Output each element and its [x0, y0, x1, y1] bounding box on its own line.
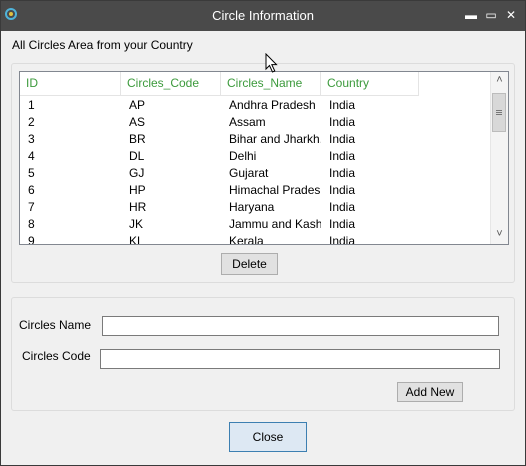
cell-country: India	[329, 98, 356, 112]
grid-header: ID Circles_Code Circles_Name Country	[20, 72, 419, 96]
cell-circles-code: GJ	[129, 166, 145, 180]
cell-circles-code: HP	[129, 183, 146, 197]
cell-id: 6	[28, 183, 35, 197]
table-row[interactable]: 9 KL Kerala India	[20, 233, 419, 245]
cell-circles-name: Andhra Pradesh	[229, 98, 316, 112]
circles-data-grid[interactable]: ID Circles_Code Circles_Name Country 1 AP…	[19, 71, 509, 245]
cell-country: India	[329, 149, 356, 163]
table-row[interactable]: 2 AS Assam India	[20, 114, 419, 131]
table-row[interactable]: 5 GJ Gujarat India	[20, 165, 419, 182]
close-icon[interactable]: ✕	[503, 7, 519, 23]
cell-circles-name: Bihar and Jharkh...	[229, 132, 321, 146]
title-bar[interactable]: Circle Information ▬ ▭ ✕	[1, 1, 525, 31]
scroll-thumb[interactable]	[492, 93, 506, 132]
add-new-button[interactable]: Add New	[397, 382, 463, 402]
table-row[interactable]: 8 JK Jammu and Kash... India	[20, 216, 419, 233]
column-header-id[interactable]: ID	[20, 72, 121, 96]
cell-circles-code: JK	[129, 217, 144, 231]
cell-circles-name: Jammu and Kash...	[229, 217, 321, 231]
cell-country: India	[329, 166, 356, 180]
scroll-up-icon[interactable]: ˄	[491, 72, 508, 89]
mouse-cursor-icon	[265, 53, 278, 73]
window-title: Circle Information	[212, 8, 314, 23]
cell-circles-name: Delhi	[229, 149, 257, 163]
table-row[interactable]: 4 DL Delhi India	[20, 148, 419, 165]
subtitle-label: All Circles Area from your Country	[12, 38, 193, 52]
vertical-scrollbar[interactable]: ˄ ˅	[490, 72, 508, 244]
cell-id: 5	[28, 166, 35, 180]
minimize-icon[interactable]: ▬	[463, 7, 479, 23]
circles-name-input[interactable]	[102, 316, 499, 336]
cell-circles-code: AS	[129, 115, 146, 129]
delete-button[interactable]: Delete	[221, 253, 278, 275]
cell-country: India	[329, 234, 356, 245]
close-button[interactable]: Close	[229, 422, 307, 452]
cell-country: India	[329, 217, 356, 231]
cell-circles-code: HR	[129, 200, 147, 214]
cell-circles-name: Assam	[229, 115, 266, 129]
cell-circles-name: Kerala	[229, 234, 264, 245]
cell-country: India	[329, 183, 356, 197]
cell-circles-name: Haryana	[229, 200, 275, 214]
cell-id: 9	[28, 234, 35, 245]
cell-id: 3	[28, 132, 35, 146]
maximize-icon[interactable]: ▭	[483, 7, 499, 23]
table-row[interactable]: 6 HP Himachal Pradesh India	[20, 182, 419, 199]
cell-id: 2	[28, 115, 35, 129]
scroll-down-icon[interactable]: ˅	[491, 226, 508, 243]
cell-country: India	[329, 200, 356, 214]
cell-id: 4	[28, 149, 35, 163]
cell-country: India	[329, 115, 356, 129]
cell-circles-code: KL	[129, 234, 144, 245]
cell-circles-name: Himachal Pradesh	[229, 183, 321, 197]
cell-circles-code: AP	[129, 98, 146, 112]
grid-rows: 1 AP Andhra Pradesh India 2 AS Assam India 3 BR Bi…	[20, 97, 419, 245]
table-row[interactable]: 3 BR Bihar and Jharkh... India	[20, 131, 419, 148]
circle-information-window: Circle Information ▬ ▭ ✕ All Circles Are…	[0, 0, 526, 466]
column-header-circles-code[interactable]: Circles_Code	[121, 72, 221, 96]
cell-id: 8	[28, 217, 35, 231]
column-header-country[interactable]: Country	[321, 72, 419, 96]
cell-id: 7	[28, 200, 35, 214]
cell-country: India	[329, 132, 356, 146]
circles-code-label: Circles Code	[22, 349, 91, 363]
circles-code-input[interactable]	[100, 349, 500, 369]
table-row[interactable]: 1 AP Andhra Pradesh India	[20, 97, 419, 114]
cell-circles-code: DL	[129, 149, 145, 163]
circles-name-label: Circles Name	[19, 318, 92, 332]
table-row[interactable]: 7 HR Haryana India	[20, 199, 419, 216]
cell-id: 1	[28, 98, 35, 112]
column-header-circles-name[interactable]: Circles_Name	[221, 72, 321, 96]
cell-circles-code: BR	[129, 132, 146, 146]
cell-circles-name: Gujarat	[229, 166, 269, 180]
